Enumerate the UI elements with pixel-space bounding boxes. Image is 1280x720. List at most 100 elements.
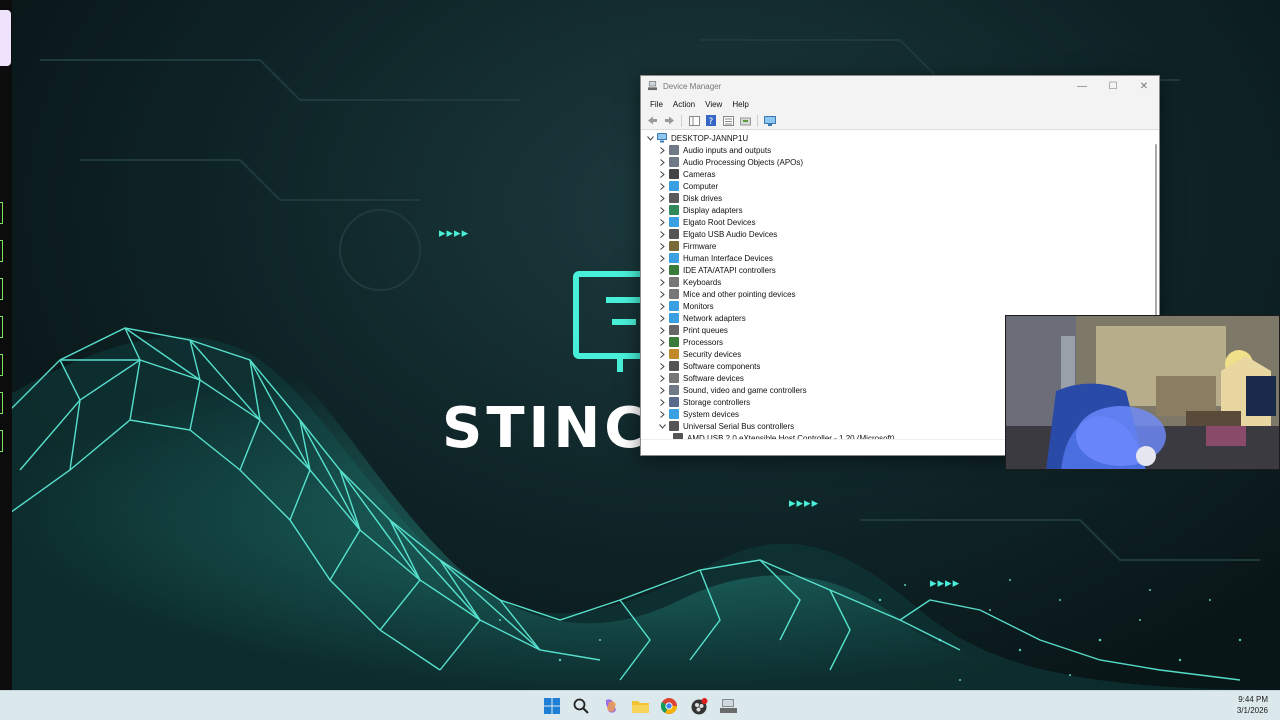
tree-item-firmware[interactable]: Firmware bbox=[657, 240, 716, 252]
tree-item-display-adapters[interactable]: Display adapters bbox=[657, 204, 743, 216]
tree-item-elgato-root-devices[interactable]: Elgato Root Devices bbox=[657, 216, 755, 228]
webcam-overlay bbox=[1005, 315, 1280, 470]
title-bar[interactable]: Device Manager — ☐ ✕ bbox=[641, 76, 1159, 96]
search-button[interactable] bbox=[570, 695, 592, 717]
tree-item-network-adapters[interactable]: Network adapters bbox=[657, 312, 746, 324]
show-hide-console-tree-button[interactable] bbox=[687, 114, 701, 127]
offscreen-app-tab[interactable] bbox=[0, 278, 3, 300]
tree-item-mice-and-other-pointing-devices[interactable]: Mice and other pointing devices bbox=[657, 288, 796, 300]
tree-item-human-interface-devices[interactable]: Human Interface Devices bbox=[657, 252, 773, 264]
chevron-right-icon[interactable] bbox=[657, 229, 667, 239]
chevron-right-icon[interactable] bbox=[657, 277, 667, 287]
help-button[interactable]: ? bbox=[704, 114, 718, 127]
tree-item-label: Display adapters bbox=[683, 205, 743, 215]
file-explorer-button[interactable] bbox=[629, 695, 651, 717]
chevron-right-icon[interactable] bbox=[657, 265, 667, 275]
tree-item-storage-controllers[interactable]: Storage controllers bbox=[657, 396, 750, 408]
tree-item-cameras[interactable]: Cameras bbox=[657, 168, 715, 180]
tree-item-label: Cameras bbox=[683, 169, 716, 179]
tree-item-computer[interactable]: Computer bbox=[657, 180, 718, 192]
update-driver-icon bbox=[739, 117, 751, 125]
tree-item-system-devices[interactable]: System devices bbox=[657, 408, 739, 420]
toolbar: ? bbox=[641, 112, 1159, 130]
chevron-right-icon[interactable] bbox=[657, 301, 667, 311]
offscreen-app-tab[interactable] bbox=[0, 430, 3, 452]
chevron-right-icon[interactable] bbox=[657, 169, 667, 179]
tree-item-audio-processing-objects-apos[interactable]: Audio Processing Objects (APOs) bbox=[657, 156, 803, 168]
tree-item-sound-video-and-game-controllers[interactable]: Sound, video and game controllers bbox=[657, 384, 807, 396]
network-icon bbox=[669, 313, 679, 323]
wallpaper-arrows: ▸▸▸▸ bbox=[930, 576, 961, 591]
chevron-right-icon[interactable] bbox=[657, 385, 667, 395]
forward-arrow-icon bbox=[664, 116, 674, 125]
minimize-button[interactable]: — bbox=[1067, 76, 1097, 96]
offscreen-app-tab[interactable] bbox=[0, 240, 3, 262]
menu-view[interactable]: View bbox=[700, 100, 727, 109]
taskbar: 9:44 PM 3/1/2026 bbox=[0, 690, 1280, 720]
chevron-right-icon[interactable] bbox=[657, 409, 667, 419]
properties-button[interactable] bbox=[721, 114, 735, 127]
chevron-right-icon[interactable] bbox=[657, 253, 667, 263]
tree-item-software-components[interactable]: Software components bbox=[657, 360, 760, 372]
forward-button[interactable] bbox=[662, 114, 676, 127]
chevron-right-icon[interactable] bbox=[657, 337, 667, 347]
tree-item-label: Mice and other pointing devices bbox=[683, 289, 796, 299]
chevron-right-icon[interactable] bbox=[657, 313, 667, 323]
tree-item-audio-inputs-and-outputs[interactable]: Audio inputs and outputs bbox=[657, 144, 771, 156]
menu-help[interactable]: Help bbox=[727, 100, 753, 109]
chevron-right-icon[interactable] bbox=[657, 193, 667, 203]
tree-item-label: Universal Serial Bus controllers bbox=[683, 421, 795, 431]
chrome-button[interactable] bbox=[658, 695, 680, 717]
speaker-icon bbox=[669, 385, 679, 395]
tree-item-ide-ata-atapi-controllers[interactable]: IDE ATA/ATAPI controllers bbox=[657, 264, 776, 276]
tree-item-print-queues[interactable]: Print queues bbox=[657, 324, 728, 336]
tree-item-universal-serial-bus-controllers[interactable]: Universal Serial Bus controllers bbox=[657, 420, 794, 432]
obs-button[interactable] bbox=[688, 695, 710, 717]
tree-item-disk-drives[interactable]: Disk drives bbox=[657, 192, 722, 204]
chevron-right-icon[interactable] bbox=[657, 217, 667, 227]
offscreen-app-tab[interactable] bbox=[0, 392, 3, 414]
tree-item-monitors[interactable]: Monitors bbox=[657, 300, 714, 312]
tree-item-keyboards[interactable]: Keyboards bbox=[657, 276, 721, 288]
chevron-right-icon[interactable] bbox=[657, 373, 667, 383]
chevron-right-icon[interactable] bbox=[657, 349, 667, 359]
tree-item-software-devices[interactable]: Software devices bbox=[657, 372, 744, 384]
back-button[interactable] bbox=[645, 114, 659, 127]
chevron-right-icon[interactable] bbox=[657, 397, 667, 407]
device-manager-taskbar-button[interactable] bbox=[717, 695, 739, 717]
chevron-right-icon[interactable] bbox=[657, 361, 667, 371]
offscreen-app-tab[interactable] bbox=[0, 316, 3, 338]
system-clock[interactable]: 9:44 PM 3/1/2026 bbox=[1237, 694, 1268, 716]
device-manager-app-icon bbox=[648, 81, 657, 91]
tree-item-security-devices[interactable]: Security devices bbox=[657, 348, 741, 360]
obs-icon bbox=[691, 697, 707, 714]
menu-file[interactable]: File bbox=[645, 100, 668, 109]
update-driver-button[interactable] bbox=[738, 114, 752, 127]
start-button[interactable] bbox=[541, 695, 563, 717]
chevron-right-icon[interactable] bbox=[657, 325, 667, 335]
copilot-button[interactable] bbox=[600, 695, 622, 717]
menu-action[interactable]: Action bbox=[668, 100, 700, 109]
chevron-down-icon[interactable] bbox=[657, 421, 667, 431]
start-icon bbox=[544, 698, 560, 714]
tree-item-label: Software devices bbox=[683, 373, 744, 383]
tree-root-computer[interactable]: DESKTOP-JANNP1U bbox=[645, 132, 748, 144]
chevron-right-icon[interactable] bbox=[657, 145, 667, 155]
close-button[interactable]: ✕ bbox=[1129, 76, 1159, 96]
chevron-right-icon[interactable] bbox=[657, 289, 667, 299]
chevron-right-icon[interactable] bbox=[657, 181, 667, 191]
chevron-right-icon[interactable] bbox=[657, 205, 667, 215]
tree-item-processors[interactable]: Processors bbox=[657, 336, 723, 348]
security-icon bbox=[669, 349, 679, 359]
storage-icon bbox=[669, 397, 679, 407]
chevron-right-icon[interactable] bbox=[657, 241, 667, 251]
offscreen-app-tab[interactable] bbox=[0, 354, 3, 376]
tree-item-elgato-usb-audio-devices[interactable]: Elgato USB Audio Devices bbox=[657, 228, 777, 240]
maximize-button[interactable]: ☐ bbox=[1098, 76, 1128, 96]
monitor-scan-icon bbox=[764, 115, 776, 126]
menu-bar: File Action View Help bbox=[641, 96, 1159, 112]
scan-for-hardware-changes-button[interactable] bbox=[763, 114, 777, 127]
offscreen-app-tab[interactable] bbox=[0, 202, 3, 224]
chevron-down-icon[interactable] bbox=[645, 133, 655, 143]
chevron-right-icon[interactable] bbox=[657, 157, 667, 167]
